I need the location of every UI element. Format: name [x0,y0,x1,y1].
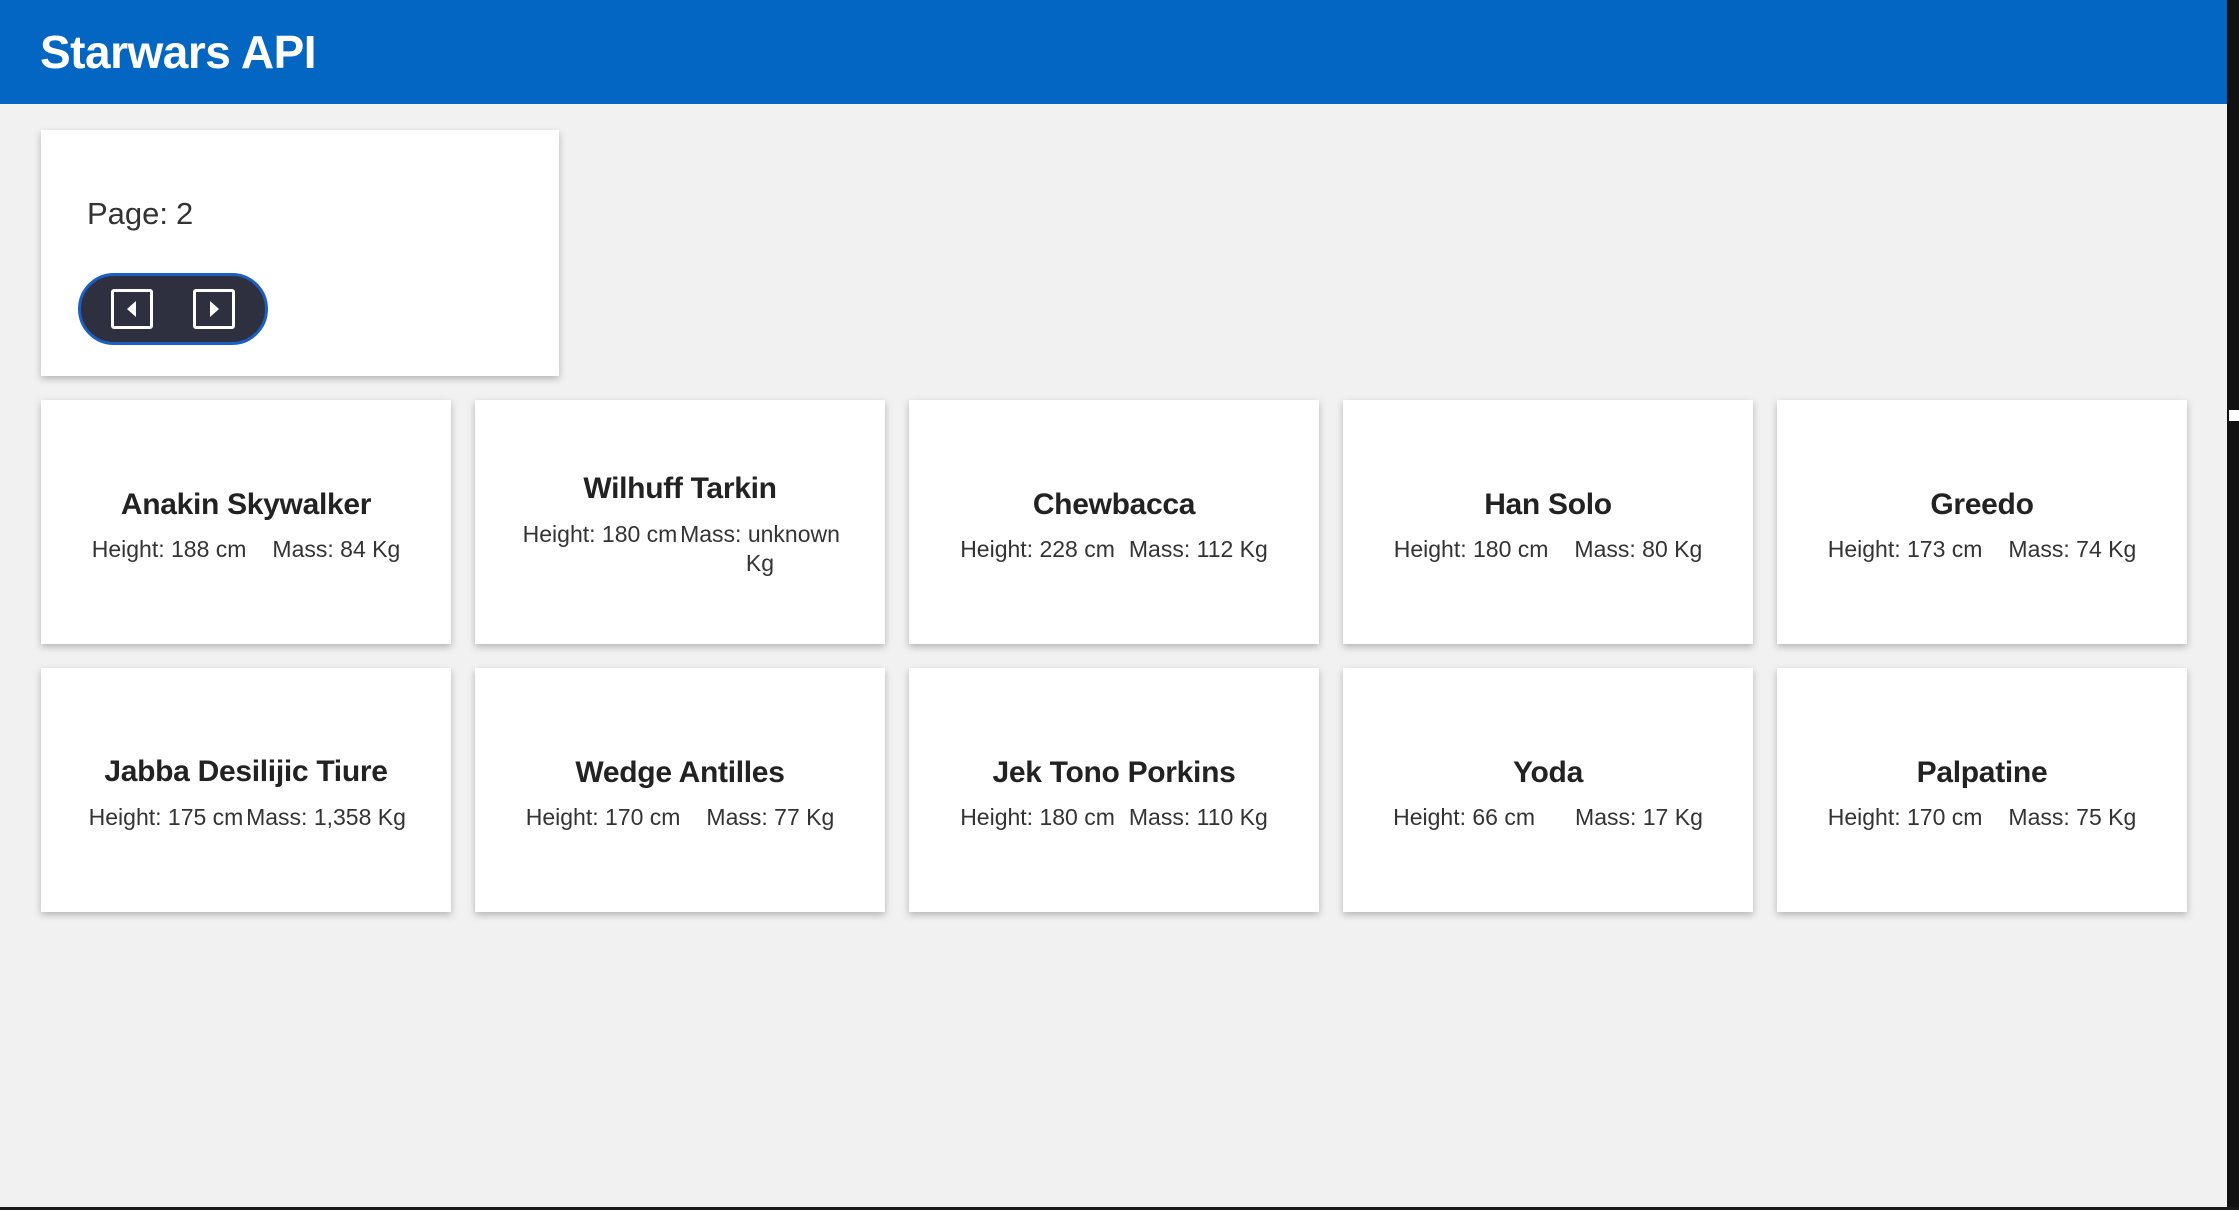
caret-right-icon [210,301,219,317]
character-card[interactable]: Wedge Antilles Height: 170 cm Mass: 77 K… [475,668,885,912]
character-card[interactable]: Anakin Skywalker Height: 188 cm Mass: 84… [41,400,451,644]
character-name: Wilhuff Tarkin [583,472,777,505]
top-app-bar: Starwars API [0,0,2227,104]
page-label: Page: [87,196,169,231]
character-stats: Height: 170 cm Mass: 77 Kg [526,804,835,831]
character-name: Jek Tono Porkins [992,755,1236,789]
character-height: Height: 188 cm [91,535,247,562]
character-height: Height: 180 cm [1393,535,1549,562]
character-mass: Mass: 80 Kg [1574,535,1703,562]
character-mass: Mass: 77 Kg [706,803,835,830]
character-mass: Mass: unknown Kg [680,521,840,576]
page-number: 2 [176,196,194,231]
character-mass: Mass: 17 Kg [1575,803,1703,830]
scrollbar-thumb[interactable] [2229,410,2239,421]
character-name: Greedo [1930,487,2034,521]
character-height: Height: 228 cm [960,535,1115,562]
character-stats: Height: 180 cm Mass: 110 Kg [960,804,1268,831]
character-height: Height: 175 cm [88,803,244,830]
character-height: Height: 173 cm [1827,535,1983,562]
character-stats: Height: 66 cm Mass: 17 Kg [1393,804,1703,831]
character-mass: Mass: 112 Kg [1128,535,1268,562]
character-stats: Height: 228 cm Mass: 112 Kg [960,536,1268,563]
character-stats: Height: 180 cm Mass: unknown Kg [515,520,845,578]
character-card[interactable]: Yoda Height: 66 cm Mass: 17 Kg [1343,668,1753,912]
character-mass: Mass: 84 Kg [272,535,401,562]
character-name: Anakin Skywalker [120,487,372,521]
page-indicator: Page: 2 [87,196,559,232]
pager-card: Page: 2 [41,130,559,376]
character-height: Height: 170 cm [525,803,681,830]
next-page-button[interactable] [193,289,235,329]
page-viewport: Starwars API Page: 2 Anakin Skywalker He… [0,0,2227,1207]
character-name: Palpatine [1916,755,2048,789]
character-height: Height: 180 cm [960,803,1115,830]
caret-left-icon [127,301,136,317]
character-card[interactable]: Jek Tono Porkins Height: 180 cm Mass: 11… [909,668,1319,912]
previous-page-button[interactable] [111,289,153,329]
character-stats: Height: 188 cm Mass: 84 Kg [92,536,401,563]
app-title: Starwars API [40,26,317,78]
character-card[interactable]: Greedo Height: 173 cm Mass: 74 Kg [1777,400,2187,644]
character-mass: Mass: 75 Kg [2008,803,2137,830]
character-name: Jabba Desilijic Tiure [104,754,388,788]
character-height: Height: 66 cm [1393,803,1536,830]
character-mass: Mass: 1,358 Kg [246,803,406,830]
character-stats: Height: 175 cm Mass: 1,358 Kg [81,803,411,832]
character-stats: Height: 173 cm Mass: 74 Kg [1828,536,2137,563]
character-name: Wedge Antilles [575,755,785,789]
vertical-scrollbar[interactable] [2227,0,2239,1210]
character-stats: Height: 170 cm Mass: 75 Kg [1828,804,2137,831]
character-height: Height: 180 cm [522,521,678,547]
character-name: Chewbacca [1032,487,1196,521]
pagination-controls [78,273,268,345]
character-mass: Mass: 110 Kg [1128,803,1268,830]
character-stats: Height: 180 cm Mass: 80 Kg [1394,536,1703,563]
character-height: Height: 170 cm [1827,803,1983,830]
character-card[interactable]: Chewbacca Height: 228 cm Mass: 112 Kg [909,400,1319,644]
character-card[interactable]: Han Solo Height: 180 cm Mass: 80 Kg [1343,400,1753,644]
character-name: Yoda [1513,755,1583,789]
app-window: Starwars API Page: 2 Anakin Skywalker He… [0,0,2239,1210]
character-name: Han Solo [1484,487,1612,521]
character-card[interactable]: Wilhuff Tarkin Height: 180 cm Mass: unkn… [475,400,885,644]
main-content: Page: 2 Anakin Skywalker Height: 188 cm … [0,104,2227,912]
character-card[interactable]: Palpatine Height: 170 cm Mass: 75 Kg [1777,668,2187,912]
character-mass: Mass: 74 Kg [2008,535,2137,562]
character-grid: Anakin Skywalker Height: 188 cm Mass: 84… [41,400,2187,912]
character-card[interactable]: Jabba Desilijic Tiure Height: 175 cm Mas… [41,668,451,912]
